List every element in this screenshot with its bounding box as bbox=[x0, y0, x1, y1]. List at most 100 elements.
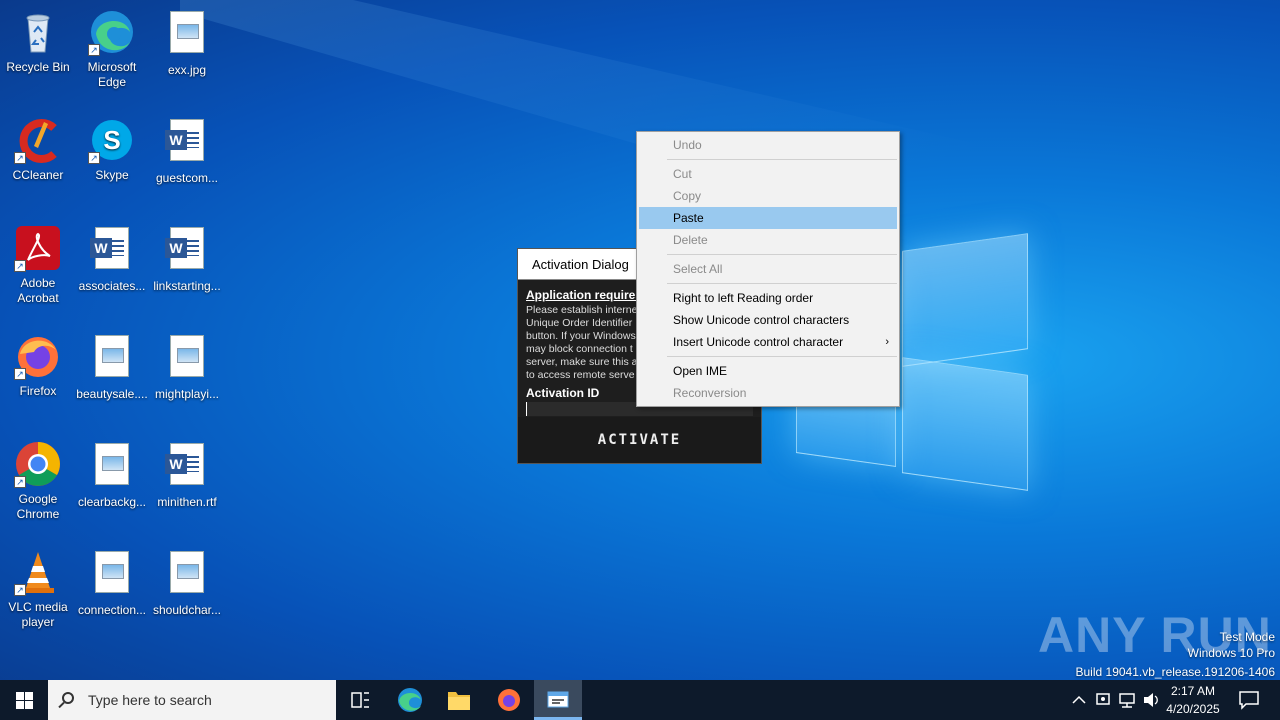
desktop-icon-firefox[interactable]: ↗ Firefox bbox=[0, 332, 76, 399]
test-mode-label: Test Mode bbox=[1219, 630, 1275, 644]
menu-item-delete[interactable]: Delete bbox=[639, 229, 897, 251]
desktop-icon-linkstarting[interactable]: W linkstarting... bbox=[149, 224, 225, 294]
image-file-icon bbox=[88, 335, 136, 383]
taskbar-file-explorer-button[interactable] bbox=[435, 680, 483, 720]
image-file-icon bbox=[88, 551, 136, 599]
chevron-up-icon bbox=[1072, 695, 1086, 704]
desktop-icon-google-chrome[interactable]: ↗ Google Chrome bbox=[0, 440, 76, 522]
menu-item-paste[interactable]: Paste bbox=[639, 207, 897, 229]
desktop-icon-label: Recycle Bin bbox=[6, 60, 70, 74]
menu-item-undo[interactable]: Undo bbox=[639, 134, 897, 156]
recycle-bin-icon bbox=[14, 8, 62, 56]
desktop-icon-label: CCleaner bbox=[12, 168, 64, 182]
desktop-icon-label: clearbackg... bbox=[77, 495, 147, 509]
desktop-icon-recycle-bin[interactable]: Recycle Bin bbox=[0, 8, 76, 75]
desktop-icon-vlc[interactable]: ↗ VLC media player bbox=[0, 548, 76, 630]
tray-volume-icon[interactable] bbox=[1140, 680, 1162, 720]
edge-icon: ↗ bbox=[88, 8, 136, 56]
desktop-icon-label: exx.jpg bbox=[167, 63, 207, 77]
search-icon bbox=[62, 692, 74, 704]
skype-icon: S ↗ bbox=[88, 116, 136, 164]
image-file-icon bbox=[163, 335, 211, 383]
folder-icon bbox=[448, 692, 470, 710]
menu-item-copy[interactable]: Copy bbox=[639, 185, 897, 207]
menu-separator bbox=[667, 254, 897, 255]
menu-item-open-ime[interactable]: Open IME bbox=[639, 360, 897, 382]
menu-item-rtl-reading-order[interactable]: Right to left Reading order bbox=[639, 287, 897, 309]
image-file-icon bbox=[88, 443, 136, 491]
usb-device-icon bbox=[1096, 693, 1110, 705]
chrome-icon: ↗ bbox=[14, 440, 62, 488]
word-document-icon: W bbox=[163, 119, 211, 167]
desktop-icon-label: Microsoft Edge bbox=[87, 60, 137, 89]
chevron-right-icon: › bbox=[885, 336, 889, 348]
image-file-icon bbox=[163, 11, 211, 59]
desktop-icon-shouldchar[interactable]: shouldchar... bbox=[149, 548, 225, 618]
menu-item-cut[interactable]: Cut bbox=[639, 163, 897, 185]
svg-text:S: S bbox=[103, 125, 120, 155]
desktop-icon-adobe-acrobat[interactable]: ↗ Adobe Acrobat bbox=[0, 224, 76, 306]
desktop-icon-label: mightplayi... bbox=[154, 387, 220, 401]
desktop-icon-ccleaner[interactable]: ↗ CCleaner bbox=[0, 116, 76, 183]
word-document-icon: W bbox=[163, 227, 211, 275]
tray-network-icon[interactable] bbox=[1116, 680, 1138, 720]
desktop-icon-label: Firefox bbox=[19, 384, 57, 398]
taskbar-edge-button[interactable] bbox=[386, 680, 434, 720]
desktop-icon-label: beautysale.... bbox=[76, 387, 148, 401]
desktop-icon-label: shouldchar... bbox=[152, 603, 222, 617]
vlc-cone-icon: ↗ bbox=[14, 548, 62, 596]
menu-separator bbox=[667, 159, 897, 160]
taskbar-search-box[interactable]: Type here to search bbox=[48, 680, 336, 720]
desktop-icon-label: linkstarting... bbox=[153, 279, 221, 293]
desktop-icon-associates[interactable]: W associates... bbox=[74, 224, 150, 294]
menu-item-reconversion[interactable]: Reconversion bbox=[639, 382, 897, 404]
activate-button[interactable]: ACTIVATE bbox=[518, 417, 761, 463]
taskbar-activation-app-button[interactable] bbox=[534, 680, 582, 720]
desktop-icon-minithen[interactable]: W minithen.rtf bbox=[149, 440, 225, 510]
text-context-menu: Undo Cut Copy Paste Delete Select All Ri… bbox=[636, 131, 900, 407]
show-hidden-icons-button[interactable] bbox=[1068, 680, 1090, 720]
tray-device-icon[interactable] bbox=[1092, 680, 1114, 720]
menu-separator bbox=[667, 283, 897, 284]
app-window-icon bbox=[547, 691, 569, 708]
menu-item-select-all[interactable]: Select All bbox=[639, 258, 897, 280]
taskbar-firefox-button[interactable] bbox=[485, 680, 533, 720]
desktop-icon-label: associates... bbox=[78, 279, 146, 293]
menu-item-show-unicode[interactable]: Show Unicode control characters bbox=[639, 309, 897, 331]
desktop-icon-clearbackg[interactable]: clearbackg... bbox=[74, 440, 150, 510]
notification-icon bbox=[1239, 691, 1259, 710]
word-document-icon: W bbox=[163, 443, 211, 491]
desktop-icon-exx-jpg[interactable]: exx.jpg bbox=[149, 8, 225, 78]
network-icon bbox=[1119, 693, 1135, 708]
start-button[interactable] bbox=[0, 680, 48, 720]
taskbar-clock[interactable]: 2:17 AM 4/20/2025 bbox=[1160, 682, 1226, 718]
menu-item-insert-unicode[interactable]: Insert Unicode control character › bbox=[639, 331, 897, 353]
image-file-icon bbox=[163, 551, 211, 599]
desktop-icon-label: VLC media player bbox=[8, 600, 68, 629]
desktop-icon-beautysale[interactable]: beautysale.... bbox=[74, 332, 150, 402]
desktop-icon-guestcom[interactable]: W guestcom... bbox=[149, 116, 225, 186]
edge-icon bbox=[398, 688, 422, 712]
desktop-icon-label: guestcom... bbox=[155, 171, 219, 185]
ccleaner-icon: ↗ bbox=[14, 116, 62, 164]
desktop-icon-mightplayi[interactable]: mightplayi... bbox=[149, 332, 225, 402]
desktop-icon-connection[interactable]: connection... bbox=[74, 548, 150, 618]
acrobat-icon: ↗ bbox=[14, 224, 62, 272]
desktop-icon-label: Adobe Acrobat bbox=[17, 276, 59, 305]
word-document-icon: W bbox=[88, 227, 136, 275]
desktop-icon-label: connection... bbox=[77, 603, 147, 617]
clock-time: 2:17 AM bbox=[1170, 684, 1216, 698]
task-view-button[interactable] bbox=[336, 680, 384, 720]
desktop-icon-label: minithen.rtf bbox=[157, 495, 217, 509]
desktop-icon-microsoft-edge[interactable]: ↗ Microsoft Edge bbox=[74, 8, 150, 90]
clock-date: 4/20/2025 bbox=[1166, 702, 1220, 716]
menu-item-label: Insert Unicode control character bbox=[673, 335, 844, 349]
build-label: Build 19041.vb_release.191206-1406 bbox=[1075, 665, 1276, 679]
desktop-icon-label: Skype bbox=[95, 168, 129, 182]
menu-separator bbox=[667, 356, 897, 357]
search-placeholder: Type here to search bbox=[88, 692, 212, 708]
task-view-icon bbox=[351, 692, 369, 708]
action-center-button[interactable] bbox=[1232, 680, 1272, 720]
firefox-icon: ↗ bbox=[14, 332, 62, 380]
desktop-icon-skype[interactable]: S ↗ Skype bbox=[74, 116, 150, 183]
